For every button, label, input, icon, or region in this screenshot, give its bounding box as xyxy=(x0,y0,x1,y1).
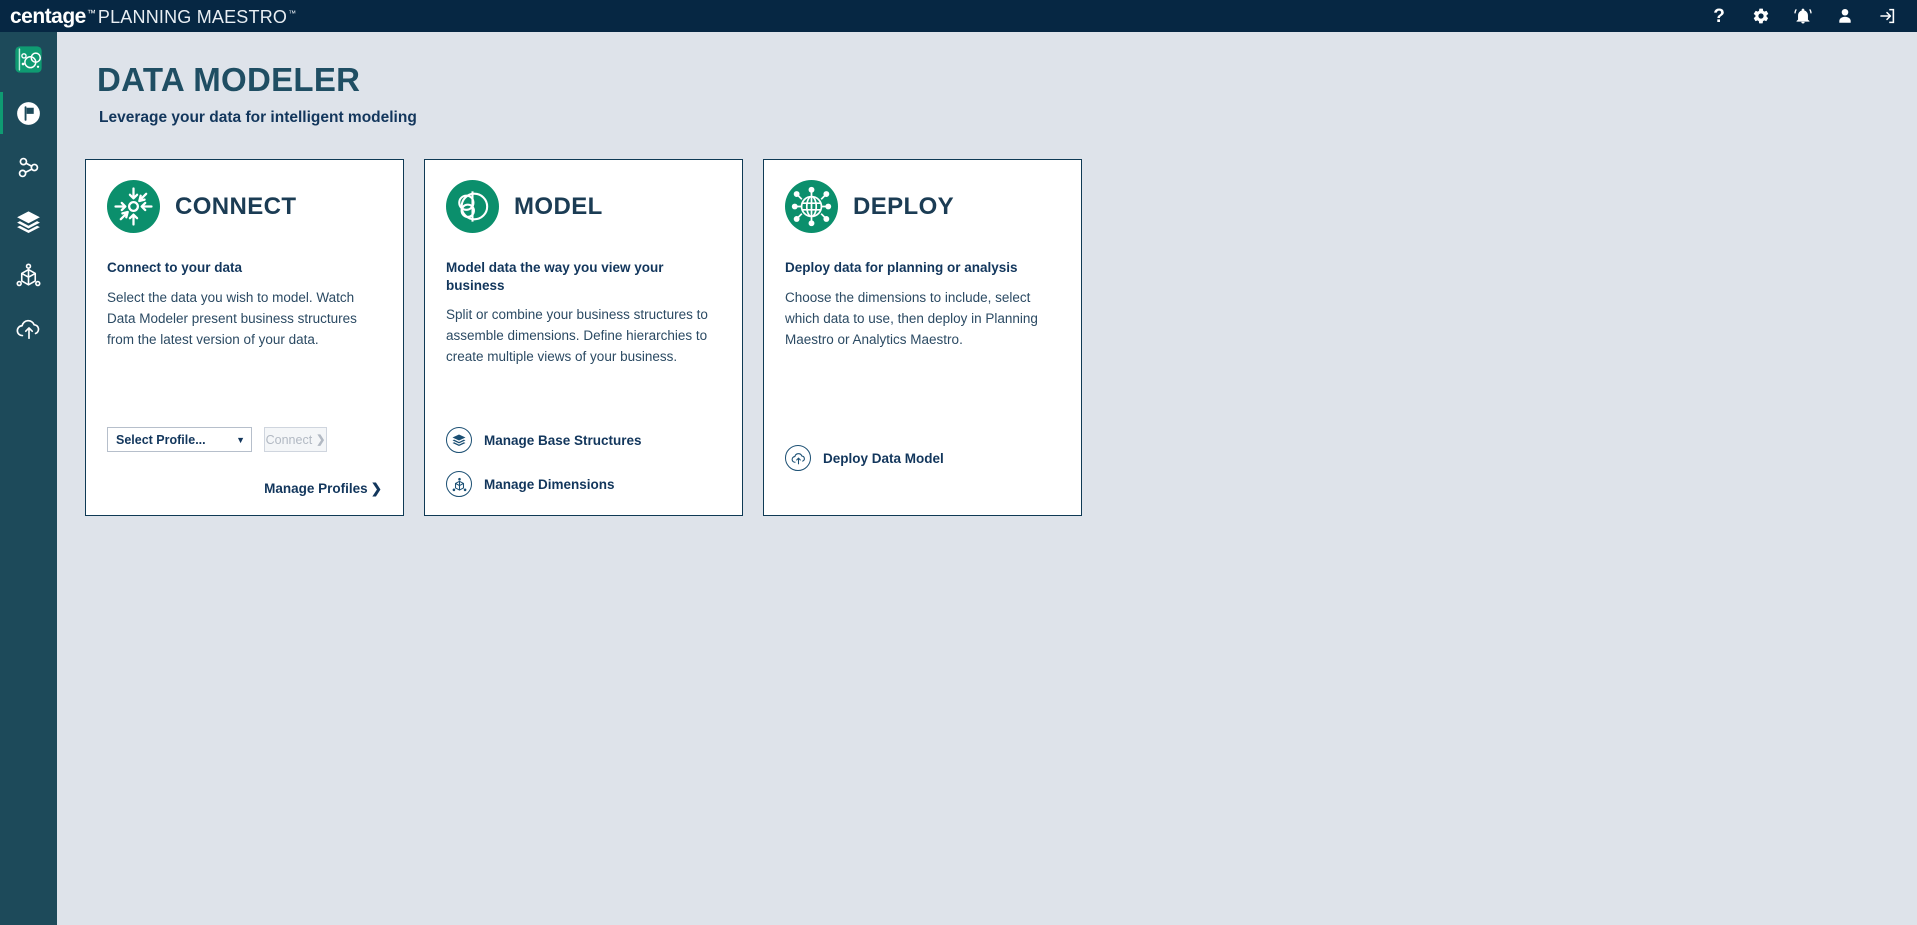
chevron-down-icon: ▼ xyxy=(236,434,245,445)
sidebar-item-deploy[interactable] xyxy=(0,302,57,356)
sidebar-item-connections[interactable] xyxy=(0,140,57,194)
connect-card-header: CONNECT xyxy=(107,180,382,234)
deploy-card-actions: Deploy Data Model xyxy=(785,386,1060,497)
page-title: DATA MODELER xyxy=(97,61,361,98)
active-accent-bar xyxy=(0,92,3,134)
model-circles-icon xyxy=(446,180,499,234)
sidebar-item-structures[interactable] xyxy=(0,194,57,248)
page-subtitle: Leverage your data for intelligent model… xyxy=(99,109,417,127)
chevron-right-icon: ❯ xyxy=(370,481,382,497)
manage-profiles-link[interactable]: Manage Profiles ❯ xyxy=(107,481,382,497)
profile-select-value: Select Profile... xyxy=(116,432,206,447)
connect-button[interactable]: Connect ❯ xyxy=(264,427,327,453)
model-card-actions: Manage Base Structures Manage Dimensions xyxy=(446,368,721,498)
link-label: Manage Dimensions xyxy=(484,476,615,492)
deploy-card-header: DEPLOY xyxy=(785,180,1060,234)
link-label: Deploy Data Model xyxy=(823,450,944,466)
sidebar xyxy=(0,32,57,925)
connect-button-label: Connect xyxy=(265,432,313,447)
flag-circle-icon xyxy=(14,98,44,128)
cube-nodes-icon xyxy=(14,260,44,290)
model-card-title: MODEL xyxy=(514,192,603,220)
connect-arrows-icon xyxy=(107,180,160,234)
data-bubbles-icon xyxy=(14,44,44,74)
connect-controls-row: Select Profile... ▼ Connect ❯ xyxy=(107,427,382,453)
sidebar-item-data-modeler[interactable] xyxy=(0,32,57,86)
globe-network-icon xyxy=(785,180,838,234)
manage-profiles-label: Manage Profiles xyxy=(264,481,368,497)
model-card-header: MODEL xyxy=(446,180,721,234)
model-card-body: Split or combine your business structure… xyxy=(446,307,708,365)
deploy-card-body: Choose the dimensions to include, select… xyxy=(785,289,1038,347)
connect-card-actions: Select Profile... ▼ Connect ❯ Manage Pro… xyxy=(107,393,382,497)
share-nodes-icon xyxy=(14,152,44,182)
sidebar-item-dimensions[interactable] xyxy=(0,248,57,302)
deploy-card-lead: Deploy data for planning or analysis xyxy=(785,260,1018,276)
brand-logo[interactable]: centage ™ PLANNING MAESTRO ™ xyxy=(0,6,296,27)
link-manage-dimensions[interactable]: Manage Dimensions xyxy=(446,471,721,498)
cloud-upload-icon xyxy=(785,445,811,472)
card-group: CONNECT Connect to your data Select the … xyxy=(85,159,1917,517)
cube-nodes-icon xyxy=(446,471,472,498)
model-card-lead: Model data the way you view your busines… xyxy=(446,260,664,293)
help-icon[interactable]: ? xyxy=(1709,6,1729,26)
connect-card-body: Select the data you wish to model. Watch… xyxy=(107,289,357,347)
profile-select[interactable]: Select Profile... ▼ xyxy=(107,427,252,453)
layers-icon xyxy=(14,206,44,236)
link-label: Manage Base Structures xyxy=(484,432,642,448)
help-glyph: ? xyxy=(1713,5,1725,27)
link-manage-base-structures[interactable]: Manage Base Structures xyxy=(446,427,721,454)
connect-card-lead: Connect to your data xyxy=(107,260,243,276)
product-trademark: ™ xyxy=(288,8,297,18)
product-name: PLANNING MAESTRO xyxy=(97,6,288,27)
topbar-icon-group: ? xyxy=(1709,6,1917,26)
connect-card-title: CONNECT xyxy=(175,192,297,220)
main-content: DATA MODELER Leverage your data for inte… xyxy=(57,32,1917,925)
brand-trademark: ™ xyxy=(86,7,96,18)
deploy-card: DEPLOY Deploy data for planning or analy… xyxy=(763,159,1082,517)
chevron-right-icon: ❯ xyxy=(316,434,326,447)
model-card: MODEL Model data the way you view your b… xyxy=(424,159,743,517)
logout-icon[interactable] xyxy=(1877,6,1897,26)
bell-icon[interactable] xyxy=(1793,6,1813,26)
link-deploy-data-model[interactable]: Deploy Data Model xyxy=(785,445,1060,472)
top-bar: centage ™ PLANNING MAESTRO ™ ? xyxy=(0,0,1917,32)
sidebar-item-plan[interactable] xyxy=(0,86,57,140)
cloud-upload-icon xyxy=(14,314,44,344)
gear-icon[interactable] xyxy=(1751,6,1771,26)
layers-icon xyxy=(446,427,472,454)
connect-card: CONNECT Connect to your data Select the … xyxy=(85,159,404,517)
user-icon[interactable] xyxy=(1835,6,1855,26)
brand-name: centage xyxy=(10,4,86,28)
deploy-card-title: DEPLOY xyxy=(853,192,955,220)
